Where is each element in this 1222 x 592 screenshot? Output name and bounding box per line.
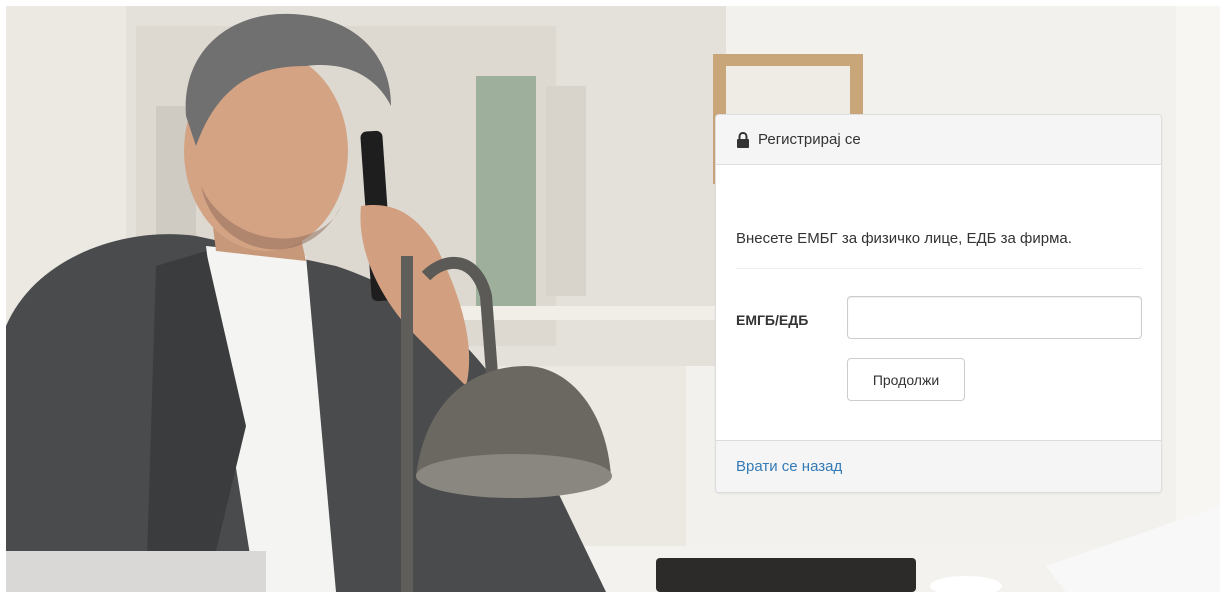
embg-edb-input[interactable]	[847, 296, 1142, 339]
panel-footer: Врати се назад	[716, 440, 1161, 492]
go-back-link[interactable]: Врати се назад	[736, 458, 842, 476]
instruction-text: Внесете ЕМБГ за физичко лице, ЕДБ за фир…	[736, 230, 1072, 247]
panel-title: Регистрирај се	[758, 131, 861, 148]
embg-edb-label: ЕМГБ/ЕДБ	[736, 312, 809, 328]
lock-icon	[737, 132, 749, 148]
divider	[736, 268, 1142, 269]
register-panel: Регистрирај се Внесете ЕМБГ за физичко л…	[715, 114, 1162, 493]
continue-button[interactable]: Продолжи	[847, 358, 965, 401]
panel-heading: Регистрирај се	[716, 115, 1161, 165]
